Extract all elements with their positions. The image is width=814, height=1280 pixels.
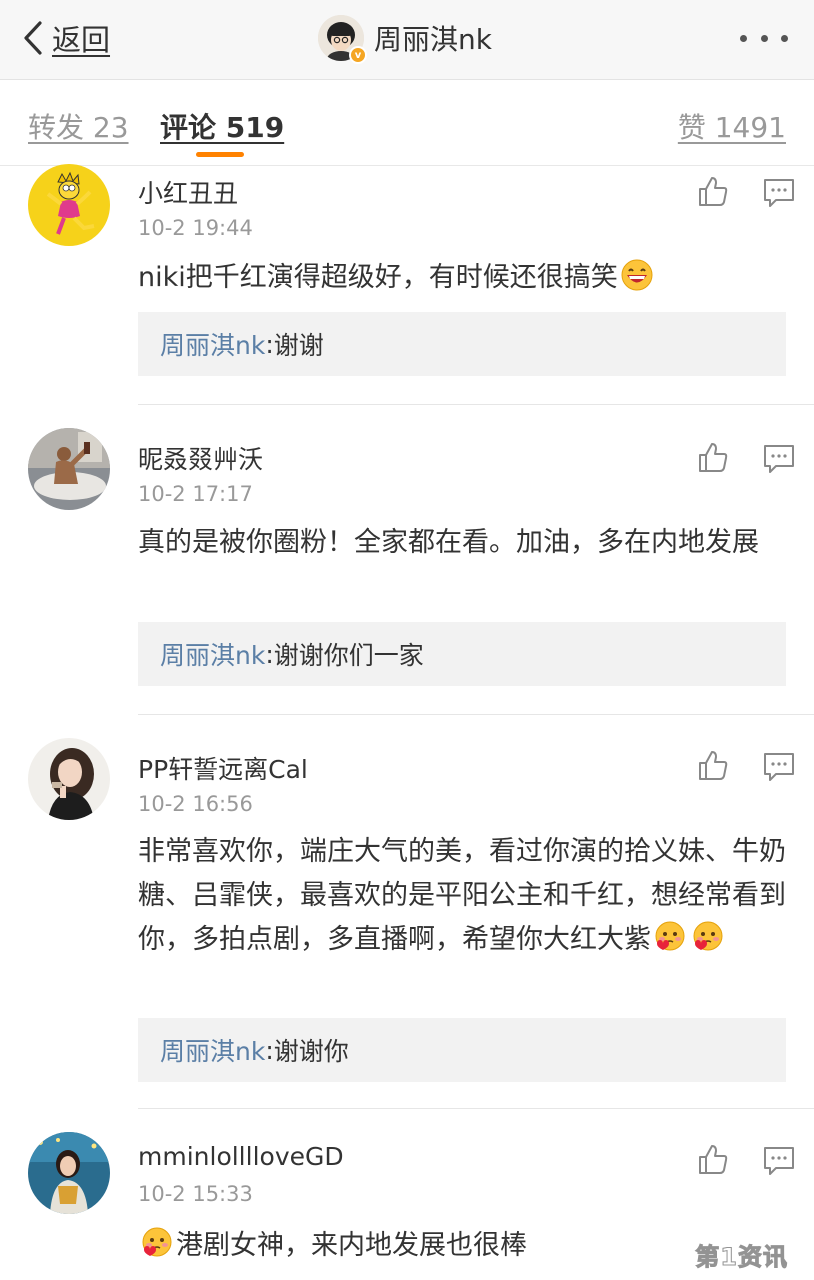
divider bbox=[138, 1108, 814, 1109]
reply-text: 谢谢你 bbox=[273, 1037, 349, 1066]
reply-separator: : bbox=[265, 1035, 274, 1065]
author-reply: 周丽淇nk: 谢谢你 bbox=[138, 1018, 786, 1082]
avatar[interactable] bbox=[28, 1132, 110, 1214]
divider bbox=[138, 714, 814, 715]
reply-icon[interactable] bbox=[762, 750, 796, 784]
reply-text: 谢谢 bbox=[273, 331, 324, 360]
avatar[interactable]: v bbox=[318, 15, 367, 64]
comment-text: niki把千红演得超级好，有时候还很搞笑 bbox=[138, 256, 798, 300]
tab-comments[interactable]: 评论 519 bbox=[160, 106, 284, 146]
comment-text: 非常喜欢你，端庄大气的美，看过你演的拾义妹、牛奶糖、吕霏侠，最喜欢的是平阳公主和… bbox=[138, 830, 798, 962]
comment-time: 10-2 15:33 bbox=[138, 1182, 253, 1206]
reply-text: 谢谢你们一家 bbox=[273, 641, 424, 670]
reply-icon[interactable] bbox=[762, 1144, 796, 1178]
comment-text: 真的是被你圈粉！全家都在看。加油，多在内地发展 bbox=[138, 527, 759, 558]
heart-blush-emoji-icon bbox=[655, 921, 685, 951]
comment-time: 10-2 16:56 bbox=[138, 792, 253, 816]
tab-likes[interactable]: 赞 1491 bbox=[678, 106, 786, 146]
reply-icon[interactable] bbox=[762, 442, 796, 476]
heart-blush-emoji-icon bbox=[142, 1227, 172, 1257]
page-title: 周丽淇nk bbox=[374, 23, 492, 56]
heart-blush-emoji-icon bbox=[693, 921, 723, 951]
reply-separator: : bbox=[265, 329, 274, 359]
avatar[interactable] bbox=[28, 428, 110, 510]
more-icon bbox=[781, 34, 788, 42]
reply-icon[interactable] bbox=[762, 176, 796, 210]
comment-username[interactable]: PP轩誓远离Cal bbox=[138, 750, 308, 786]
comment-username[interactable]: 昵叒叕艸沃 bbox=[138, 440, 263, 476]
reply-author-name[interactable]: 周丽淇nk bbox=[160, 1032, 265, 1068]
like-icon[interactable] bbox=[696, 174, 730, 208]
more-icon bbox=[740, 34, 747, 42]
like-icon[interactable] bbox=[696, 748, 730, 782]
comment-text-content: 非常喜欢你，端庄大气的美，看过你演的拾义妹、牛奶糖、吕霏侠，最喜欢的是平阳公主和… bbox=[138, 836, 786, 955]
like-icon[interactable] bbox=[696, 440, 730, 474]
author-reply: 周丽淇nk: 谢谢你们一家 bbox=[138, 622, 786, 686]
back-label: 返回 bbox=[52, 23, 111, 57]
author-reply: 周丽淇nk: 谢谢 bbox=[138, 312, 786, 376]
back-chevron-icon bbox=[24, 21, 42, 55]
reply-author-name[interactable]: 周丽淇nk bbox=[160, 326, 265, 362]
comment-username[interactable]: mminlolllloveGD bbox=[138, 1142, 344, 1171]
avatar[interactable] bbox=[28, 738, 110, 820]
tab-repost[interactable]: 转发 23 bbox=[28, 106, 129, 146]
more-button[interactable] bbox=[740, 26, 788, 50]
comment-username[interactable]: 小红丑丑 bbox=[138, 174, 238, 210]
like-icon[interactable] bbox=[696, 1142, 730, 1176]
navigation-bar: 返回 v 周丽淇nk bbox=[0, 0, 814, 80]
active-tab-indicator bbox=[196, 152, 244, 157]
back-button[interactable]: 返回 bbox=[22, 16, 110, 60]
avatar[interactable] bbox=[28, 164, 110, 246]
comment-time: 10-2 17:17 bbox=[138, 482, 253, 506]
tab-bar: 转发 23 评论 519 赞 1491 bbox=[0, 80, 814, 166]
watermark-logo: 第1资讯 bbox=[695, 1243, 788, 1272]
divider bbox=[138, 404, 814, 405]
profile-title[interactable]: v 周丽淇nk bbox=[318, 12, 492, 64]
comment-text-content: 港剧女神，来内地发展也很棒 bbox=[176, 1230, 527, 1261]
more-icon bbox=[760, 34, 768, 42]
reply-separator: : bbox=[265, 639, 274, 669]
comment-time: 10-2 19:44 bbox=[138, 216, 253, 240]
comment-text-content: niki把千红演得超级好，有时候还很搞笑 bbox=[138, 262, 618, 293]
laughing-emoji-icon bbox=[621, 259, 653, 291]
reply-author-name[interactable]: 周丽淇nk bbox=[160, 636, 265, 672]
verified-badge: v bbox=[349, 46, 367, 64]
